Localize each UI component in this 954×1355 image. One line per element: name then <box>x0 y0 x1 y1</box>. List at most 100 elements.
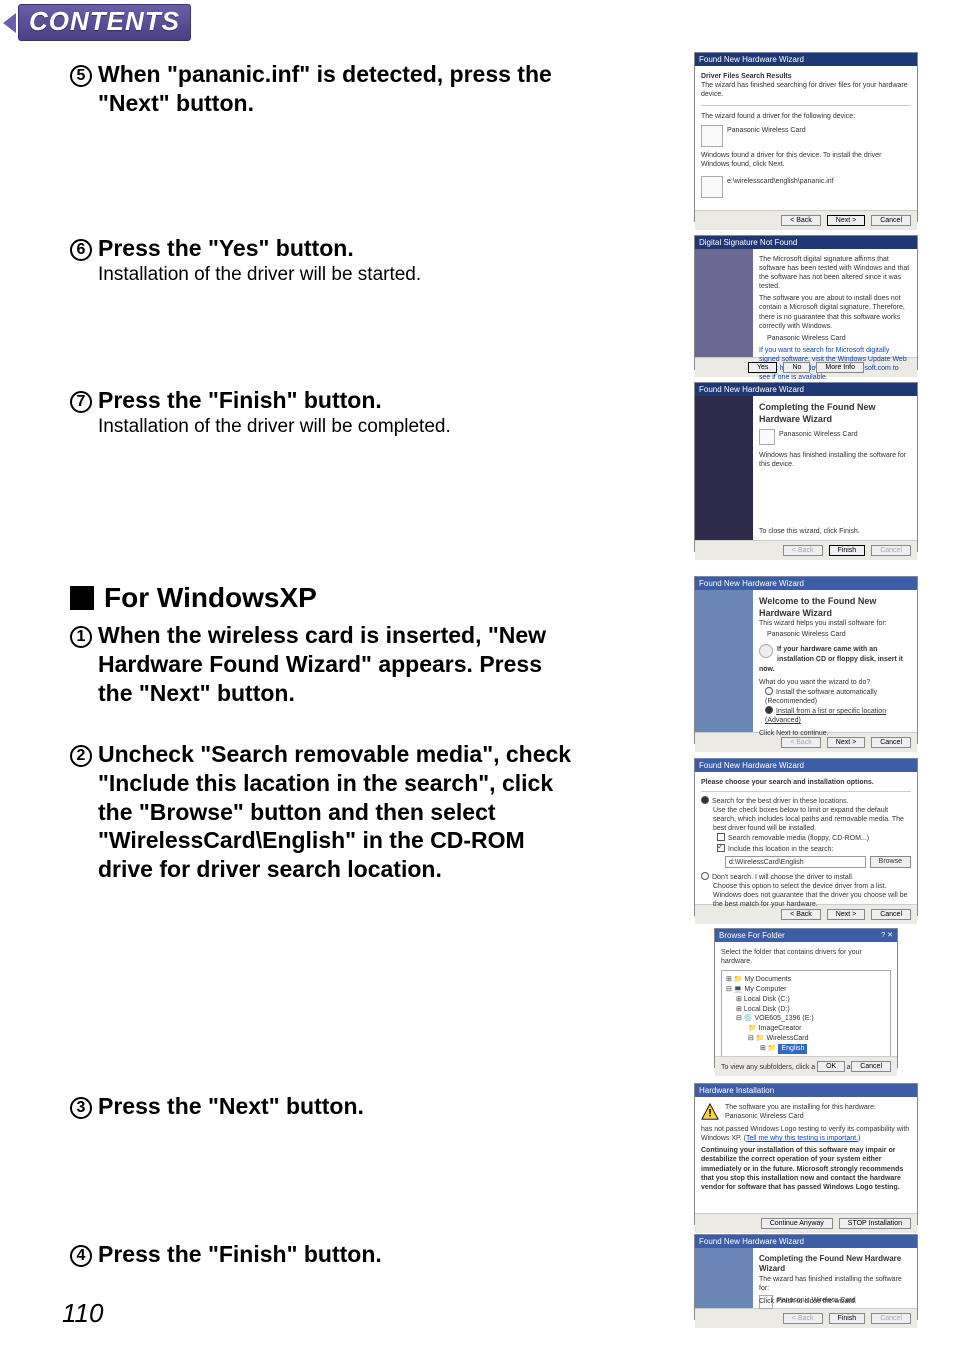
step-5-title: 5 When "pananic.inf" is detected, press t… <box>70 60 630 118</box>
file-icon <box>701 176 723 198</box>
dialog-search-options: Found New Hardware Wizard Please choose … <box>694 758 918 916</box>
next-button[interactable]: Next > <box>827 909 865 920</box>
square-bullet-icon <box>70 586 94 610</box>
device-icon <box>701 125 723 147</box>
contents-tab[interactable]: CONTENTS <box>0 4 191 41</box>
cancel-button: Cancel <box>871 1313 911 1324</box>
dialog-text: This wizard helps you install software f… <box>759 619 911 628</box>
cancel-button[interactable]: Cancel <box>871 215 911 226</box>
cd-icon <box>759 644 773 658</box>
xp-step-2-line5: drive for driver search location. <box>98 855 442 884</box>
tree-node[interactable]: Local Disk (C:) <box>744 996 790 1003</box>
dialog-completing-xp: Found New Hardware Wizard Completing the… <box>694 1234 918 1320</box>
dialog-search-results: Found New Hardware Wizard Driver Files S… <box>694 52 918 222</box>
dialog-text: Windows found a driver for this device. … <box>701 151 911 169</box>
location-input[interactable]: d:\WirelessCard\English <box>725 856 866 868</box>
section-heading-xp: For WindowsXP <box>70 582 630 614</box>
step-5-number: 5 <box>70 65 92 87</box>
help-close-icons[interactable]: ? ✕ <box>881 931 893 940</box>
dialog-text: Windows has finished installing the soft… <box>759 451 911 469</box>
device-name: Panasonic Wireless Card <box>779 431 858 438</box>
back-button: < Back <box>781 737 821 748</box>
section-title: For WindowsXP <box>104 582 317 614</box>
xp-step-2-line1: Uncheck "Search removable media", check <box>98 741 571 767</box>
radio-auto[interactable] <box>765 687 773 695</box>
checkbox-removable-media[interactable] <box>717 833 725 841</box>
driver-path: e:\wirelesscard\english\pananic.inf <box>727 178 834 185</box>
dialog-sidebar-image <box>695 590 753 732</box>
tree-node-selected[interactable]: English <box>778 1044 807 1054</box>
dialog-titlebar: Browse For Folder <box>719 931 785 940</box>
dialog-text: To close this wizard, click Finish. <box>759 527 860 536</box>
option-dont-search: Don't search. I will choose the driver t… <box>712 874 854 881</box>
dialog-titlebar: Hardware Installation <box>695 1084 917 1097</box>
xp-step-1-number: 1 <box>70 626 92 648</box>
continue-anyway-button[interactable]: Continue Anyway <box>761 1218 833 1229</box>
folder-tree[interactable]: ⊞ 📁 My Documents ⊟ 💻 My Computer ⊞ Local… <box>721 970 891 1058</box>
tree-node[interactable]: WirelessCard <box>766 1035 808 1042</box>
radio-advanced[interactable] <box>765 706 773 714</box>
dialog-completing-wizard: Found New Hardware Wizard Completing the… <box>694 382 918 552</box>
device-name: Panasonic Wireless Card <box>767 630 911 639</box>
option-search-best: Search for the best driver in these loca… <box>712 798 849 805</box>
xp-step-1-line1: When the wireless card is inserted, "New <box>98 622 546 648</box>
radio-dont-search[interactable] <box>701 872 709 880</box>
dialog-sidebar-image <box>695 249 753 357</box>
step-5-line2: "Next" button. <box>98 89 254 118</box>
checkbox-include-label: Include this location in the search: <box>728 846 833 853</box>
device-name: Panasonic Wireless Card <box>701 1112 911 1121</box>
dialog-titlebar: Found New Hardware Wizard <box>695 383 917 396</box>
tree-node[interactable]: ImageCreator <box>759 1025 802 1032</box>
finish-button[interactable]: Finish <box>829 1313 866 1324</box>
xp-step-1-title: 1 When the wireless card is inserted, "Ne… <box>70 621 630 707</box>
cancel-button[interactable]: Cancel <box>851 1061 891 1072</box>
dialog-welcome-wizard: Found New Hardware Wizard Welcome to the… <box>694 576 918 744</box>
dialog-titlebar: Digital Signature Not Found <box>695 236 917 249</box>
radio-search-best[interactable] <box>701 796 709 804</box>
tree-node[interactable]: My Computer <box>744 986 786 993</box>
xp-step-4-number: 4 <box>70 1245 92 1267</box>
dialog-heading: Driver Files Search Results <box>701 72 911 81</box>
cancel-button[interactable]: Cancel <box>871 909 911 920</box>
back-button[interactable]: < Back <box>781 215 821 226</box>
xp-step-4-title: 4Press the "Finish" button. <box>70 1240 630 1269</box>
dialog-text: Select the folder that contains drivers … <box>721 948 891 966</box>
ok-button[interactable]: OK <box>817 1061 845 1072</box>
xp-step-2-line4: "WirelessCard\English" in the CD-ROM <box>98 826 525 855</box>
cancel-button[interactable]: Cancel <box>871 737 911 748</box>
dialog-heading: Welcome to the Found New Hardware Wizard <box>759 596 911 619</box>
finish-button[interactable]: Finish <box>829 545 866 556</box>
yes-button[interactable]: Yes <box>748 362 777 373</box>
back-button[interactable]: < Back <box>781 909 821 920</box>
more-info-button[interactable]: More Info <box>816 362 864 373</box>
dialog-text: The software you are installing for this… <box>701 1103 911 1112</box>
dialog-titlebar: Found New Hardware Wizard <box>695 1235 917 1248</box>
checkbox-include-location[interactable] <box>717 844 725 852</box>
no-button[interactable]: No <box>783 362 810 373</box>
contents-label: CONTENTS <box>18 4 191 41</box>
back-button: < Back <box>783 545 823 556</box>
dialog-titlebar: Found New Hardware Wizard <box>695 577 917 590</box>
checkbox-removable-label: Search removable media (floppy, CD-ROM..… <box>728 835 869 842</box>
dialog-text: ) <box>858 1135 860 1142</box>
xp-step-3-number: 3 <box>70 1097 92 1119</box>
back-button: < Back <box>783 1313 823 1324</box>
tell-me-why-link[interactable]: Tell me why this testing is important. <box>746 1135 858 1142</box>
svg-text:!: ! <box>708 1108 712 1120</box>
xp-step-2-line2: "Include this lacation in the search", c… <box>98 769 553 798</box>
next-button[interactable]: Next > <box>827 737 865 748</box>
warning-icon: ! <box>701 1103 719 1121</box>
browse-button[interactable]: Browse <box>870 856 911 868</box>
xp-step-2-number: 2 <box>70 745 92 767</box>
page-number: 110 <box>62 1298 103 1329</box>
tree-node[interactable]: My Documents <box>744 976 791 983</box>
tree-node[interactable]: Local Disk (D:) <box>744 1006 790 1013</box>
next-button[interactable]: Next > <box>827 215 865 226</box>
stop-installation-button[interactable]: STOP Installation <box>839 1218 911 1229</box>
dialog-heading: Completing the Found New Hardware Wizard <box>759 402 911 425</box>
xp-step-1-line3: the "Next" button. <box>98 679 295 708</box>
tree-node[interactable]: VOE605_1396 (E:) <box>754 1015 813 1022</box>
xp-step-3-text: Press the "Next" button. <box>98 1093 364 1119</box>
step-5-line1: When "pananic.inf" is detected, press th… <box>98 61 552 87</box>
step-6-text: Press the "Yes" button. <box>98 235 354 261</box>
